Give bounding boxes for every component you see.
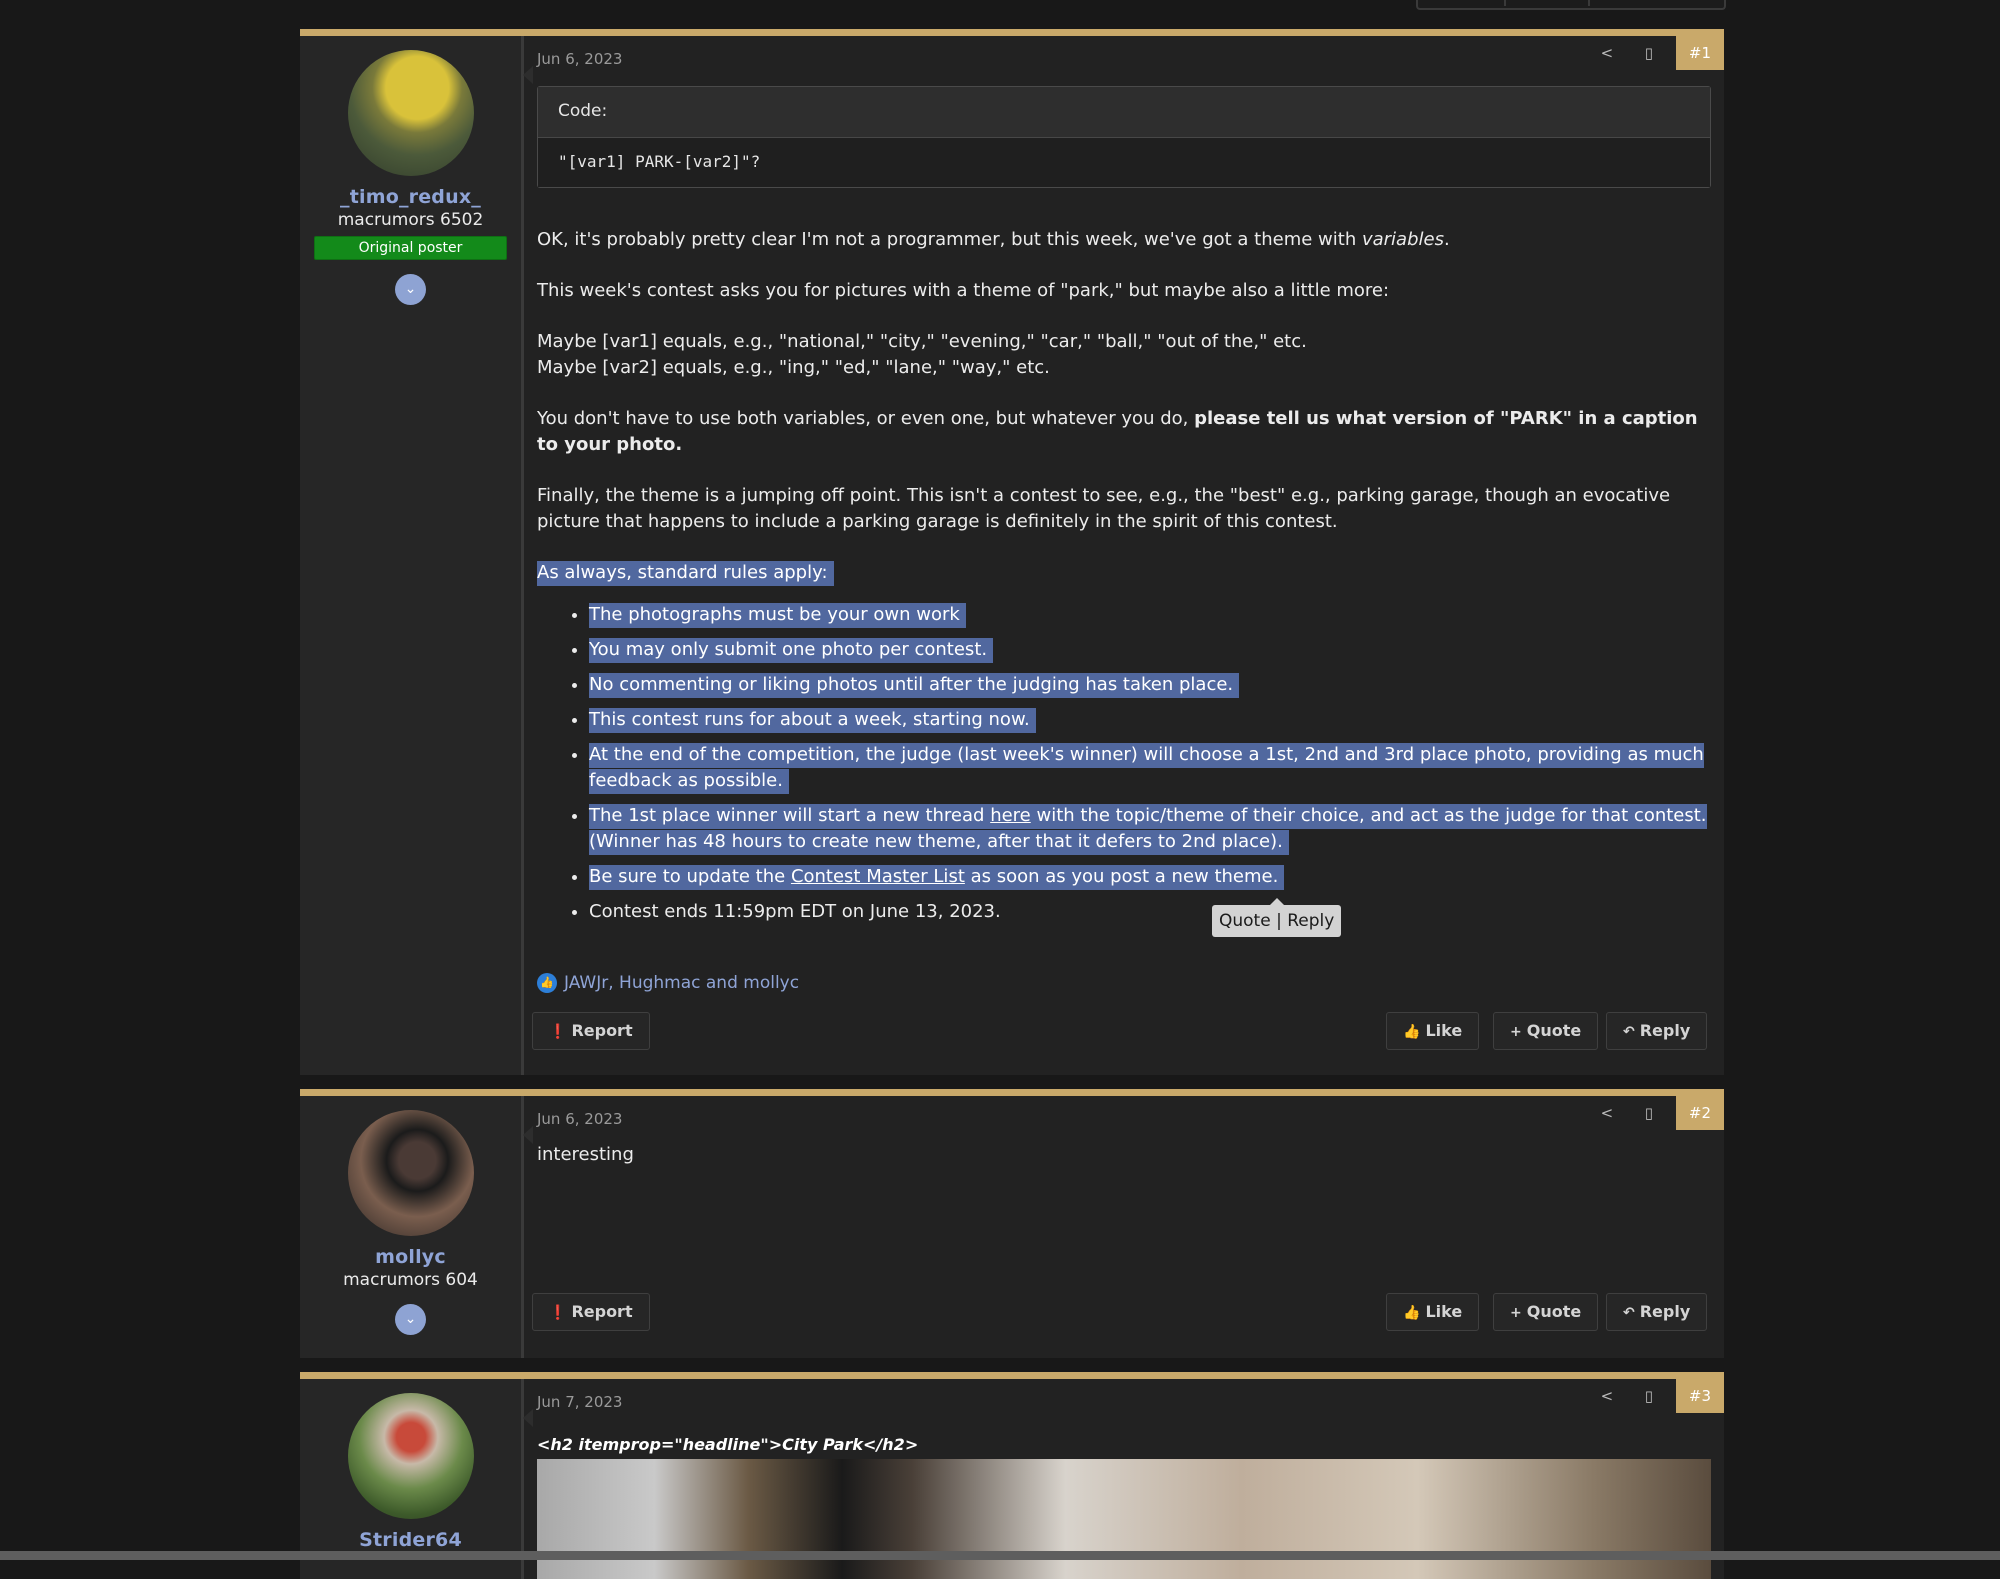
post-actions-top: < ▯ #3 xyxy=(1586,1379,1724,1413)
list-item: At the end of the competition, the judge… xyxy=(589,742,1711,794)
rules-list: The photographs must be your own work Yo… xyxy=(537,602,1711,925)
paragraph: Finally, the theme is a jumping off poin… xyxy=(537,485,1671,532)
quote-button[interactable]: + Quote xyxy=(1493,1012,1599,1050)
post-2-user-panel: mollyc macrumors 604 ⌄ xyxy=(300,1096,533,1358)
list-item: No commenting or liking photos until aft… xyxy=(589,672,1711,698)
code-block-content: "[var1] PARK-[var2]"? xyxy=(538,138,1710,187)
post-date[interactable]: Jun 6, 2023 xyxy=(537,50,622,68)
here-link[interactable]: here xyxy=(990,805,1031,826)
original-poster-badge: Original poster xyxy=(314,236,507,260)
alert-circle-icon: ❗ xyxy=(549,1305,567,1321)
paragraph: This week's contest asks you for picture… xyxy=(537,280,1390,301)
thumbs-up-icon: 👍 xyxy=(1403,1024,1421,1040)
alert-circle-icon: ❗ xyxy=(549,1024,567,1040)
bookmark-icon[interactable]: ▯ xyxy=(1628,44,1670,62)
list-item: Contest ends 11:59pm EDT on June 13, 202… xyxy=(589,899,1711,925)
avatar[interactable] xyxy=(347,50,474,176)
rules-intro: As always, standard rules apply: xyxy=(537,560,1711,586)
headline-code-text: <h2 itemprop="headline">City Park</h2> xyxy=(537,1435,919,1454)
share-icon[interactable]: < xyxy=(1586,1387,1628,1405)
post-number[interactable]: #2 xyxy=(1675,1096,1724,1130)
post-1: _timo_redux_ macrumors 6502 Original pos… xyxy=(300,29,1724,1075)
username[interactable]: _timo_redux_ xyxy=(300,186,521,208)
post-1-user-panel: _timo_redux_ macrumors 6502 Original pos… xyxy=(300,36,533,1075)
post-number[interactable]: #3 xyxy=(1675,1379,1724,1413)
username[interactable]: mollyc xyxy=(300,1246,521,1268)
list-item: The 1st place winner will start a new th… xyxy=(589,803,1711,855)
report-button[interactable]: ❗ Report xyxy=(532,1293,650,1331)
paragraph: You don't have to use both variables, or… xyxy=(537,408,1698,455)
post-2-message: Jun 6, 2023 < ▯ #2 interesting ❗ Report 👍… xyxy=(524,1096,1724,1358)
top-toolbar-stub xyxy=(1416,0,1726,10)
quote-reply-tooltip: Quote | Reply xyxy=(1212,898,1342,937)
reply-arrow-icon: ↶ xyxy=(1623,1024,1635,1040)
like-button[interactable]: 👍 Like xyxy=(1386,1012,1480,1050)
post-2: mollyc macrumors 604 ⌄ Jun 6, 2023 < ▯ #… xyxy=(300,1089,1724,1358)
post-number[interactable]: #1 xyxy=(1675,36,1724,70)
reply-button[interactable]: ↶ Reply xyxy=(1606,1293,1708,1331)
reply-button[interactable]: ↶ Reply xyxy=(1606,1012,1708,1050)
post-3-message: Jun 7, 2023 < ▯ #3 <h2 itemprop="headlin… xyxy=(524,1379,1724,1579)
user-title: macrumors 6502 xyxy=(337,210,484,230)
reactions-bar: 👍 JAWJr, Hughmac and mollyc xyxy=(537,973,799,993)
chevron-down-icon[interactable]: ⌄ xyxy=(395,1304,426,1335)
post-1-message: Jun 6, 2023 < ▯ #1 Code: "[var1] PARK-[v… xyxy=(524,36,1724,1075)
message-body: interesting xyxy=(537,1144,634,1165)
thumbs-up-icon: 👍 xyxy=(1403,1305,1421,1321)
thumbs-up-icon: 👍 xyxy=(537,973,557,993)
post-date[interactable]: Jun 7, 2023 xyxy=(537,1393,622,1411)
paragraph: OK, it's probably pretty clear I'm not a… xyxy=(537,229,1450,250)
avatar[interactable] xyxy=(347,1110,474,1236)
list-item: The photographs must be your own work xyxy=(589,602,1711,628)
contest-master-list-link[interactable]: Contest Master List xyxy=(791,866,965,887)
reactions-users[interactable]: JAWJr, Hughmac and mollyc xyxy=(564,973,799,993)
horizontal-scrollbar[interactable] xyxy=(0,1551,2000,1560)
tooltip-separator: | xyxy=(1276,911,1282,931)
list-item: This contest runs for about a week, star… xyxy=(589,707,1711,733)
chevron-down-icon[interactable]: ⌄ xyxy=(395,274,426,305)
post-date[interactable]: Jun 6, 2023 xyxy=(537,1110,622,1128)
share-icon[interactable]: < xyxy=(1586,44,1628,62)
plus-icon: + xyxy=(1510,1305,1522,1321)
code-block: Code: "[var1] PARK-[var2]"? xyxy=(537,86,1711,188)
avatar[interactable] xyxy=(347,1393,474,1519)
code-block-header: Code: xyxy=(538,87,1710,138)
post-actions-top: < ▯ #2 xyxy=(1586,1096,1724,1130)
user-title: macrumors 604 xyxy=(343,1270,478,1290)
username[interactable]: Strider64 xyxy=(300,1529,521,1551)
bookmark-icon[interactable]: ▯ xyxy=(1628,1387,1670,1405)
plus-icon: + xyxy=(1510,1024,1522,1040)
post-image[interactable] xyxy=(537,1459,1711,1579)
post-3: Strider64 Jun 7, 2023 < ▯ #3 <h2 itempro… xyxy=(300,1372,1724,1579)
paragraph: Maybe [var1] equals, e.g., "national," "… xyxy=(537,331,1307,378)
share-icon[interactable]: < xyxy=(1586,1104,1628,1122)
list-item: Be sure to update the Contest Master Lis… xyxy=(589,864,1711,890)
tooltip-reply[interactable]: Reply xyxy=(1287,911,1334,931)
post-actions-top: < ▯ #1 xyxy=(1586,36,1724,70)
post-3-user-panel: Strider64 xyxy=(300,1379,533,1579)
bookmark-icon[interactable]: ▯ xyxy=(1628,1104,1670,1122)
message-body: OK, it's probably pretty clear I'm not a… xyxy=(537,227,1711,934)
report-button[interactable]: ❗ Report xyxy=(532,1012,650,1050)
tooltip-quote[interactable]: Quote xyxy=(1219,911,1271,931)
like-button[interactable]: 👍 Like xyxy=(1386,1293,1480,1331)
quote-button[interactable]: + Quote xyxy=(1493,1293,1599,1331)
list-item: You may only submit one photo per contes… xyxy=(589,637,1711,663)
reply-arrow-icon: ↶ xyxy=(1623,1305,1635,1321)
